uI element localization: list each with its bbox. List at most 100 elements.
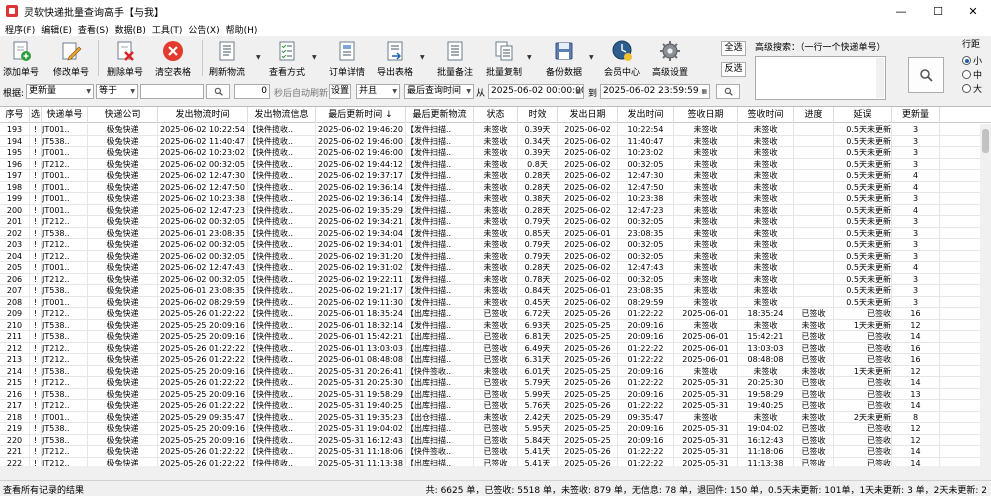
menu-program[interactable]: 程序(F) bbox=[2, 23, 38, 36]
table-row[interactable]: 194! JT538.. 极兔快递 2025-06-02 11:40:47 【快件揽收.… bbox=[0, 135, 980, 147]
table-row[interactable]: 200! JT001.. 极兔快递 2025-06-02 12:47:23 【快件揽收.… bbox=[0, 204, 980, 216]
clear-table-button[interactable]: 清空表格 bbox=[154, 38, 192, 78]
cell-select[interactable]: ! bbox=[30, 331, 42, 342]
cell-select[interactable]: ! bbox=[30, 273, 42, 285]
vertical-scrollbar[interactable] bbox=[980, 124, 991, 466]
table-row[interactable]: 213! JT212.. 极兔快递 2025-05-26 01:22:22 【快件揽收.… bbox=[0, 354, 980, 366]
chevron-down-icon[interactable]: ▼ bbox=[527, 54, 532, 61]
spacing-large-radio[interactable]: 大 bbox=[962, 82, 982, 95]
backup-data-button[interactable]: 备份数据 bbox=[544, 38, 584, 78]
column-header-seq[interactable]: 序号 bbox=[0, 107, 30, 123]
cell-select[interactable]: ! bbox=[30, 434, 42, 446]
table-row[interactable]: 220! JT538.. 极兔快递 2025-05-25 20:09:16 【快件揽收.… bbox=[0, 434, 980, 446]
column-header-state[interactable]: 状态 bbox=[474, 107, 518, 123]
cell-select[interactable]: ! bbox=[30, 354, 42, 365]
table-row[interactable]: 206! JT212.. 极兔快递 2025-06-02 00:32:05 【快件揽收.… bbox=[0, 273, 980, 285]
view-mode-button[interactable]: 查看方式 bbox=[266, 38, 308, 78]
refresh-logistics-button[interactable]: 刷新物流 bbox=[208, 38, 246, 78]
batch-copy-button[interactable]: 批量复制 bbox=[484, 38, 524, 78]
order-detail-button[interactable]: 订单详情 bbox=[328, 38, 366, 78]
time-field-select[interactable]: 最后查询时间 ▼ bbox=[404, 84, 474, 99]
menu-tools[interactable]: 工具(T) bbox=[149, 23, 186, 36]
column-header-update-count[interactable]: 更新量 bbox=[892, 107, 940, 123]
cell-select[interactable]: ! bbox=[30, 377, 42, 388]
table-row[interactable]: 210! JT538.. 极兔快递 2025-05-25 20:09:16 【快件揽收.… bbox=[0, 319, 980, 331]
column-header-send-info[interactable]: 发出物流信息 bbox=[248, 107, 316, 123]
cell-select[interactable]: ! bbox=[30, 319, 42, 331]
chevron-down-icon[interactable]: ▼ bbox=[312, 54, 317, 61]
table-row[interactable]: 218! JT001.. 极兔快递 2025-05-29 09:35:47 【快件揽收.… bbox=[0, 411, 980, 423]
auto-refresh-set-button[interactable]: 设置 bbox=[329, 84, 351, 99]
table-row[interactable]: 221! JT212.. 极兔快递 2025-05-26 01:22:22 【快件揽收.… bbox=[0, 446, 980, 458]
spacing-small-radio[interactable]: 小 bbox=[962, 54, 982, 67]
menu-view[interactable]: 查看(S) bbox=[75, 23, 112, 36]
table-row[interactable]: 214! JT538.. 极兔快递 2025-05-25 20:09:16 【快件揽收.… bbox=[0, 365, 980, 377]
invert-selection-button[interactable]: 反选 bbox=[721, 62, 746, 77]
table-row[interactable]: 198! JT001.. 极兔快递 2025-06-02 12:47:50 【快件揽收.… bbox=[0, 181, 980, 193]
table-row[interactable]: 208! JT001.. 极兔快递 2025-06-02 08:29:59 【快件揽收.… bbox=[0, 296, 980, 308]
table-row[interactable]: 212! JT212.. 极兔快递 2025-05-26 01:22:22 【快件揽收.… bbox=[0, 342, 980, 354]
auto-refresh-seconds-input[interactable]: 0 bbox=[234, 84, 270, 99]
filter-value-input[interactable] bbox=[140, 84, 204, 99]
menu-data[interactable]: 数据(B) bbox=[112, 23, 149, 36]
cell-select[interactable]: ! bbox=[30, 388, 42, 400]
cell-select[interactable]: ! bbox=[30, 296, 42, 308]
cell-select[interactable]: ! bbox=[30, 193, 42, 204]
column-header-send-date[interactable]: 发出日期 bbox=[558, 107, 618, 123]
table-row[interactable]: 211! JT538.. 极兔快递 2025-05-25 20:09:16 【快件揽收.… bbox=[0, 331, 980, 343]
advanced-search-button[interactable] bbox=[908, 57, 944, 93]
logic-and-select[interactable]: 并且 ▼ bbox=[356, 84, 400, 99]
edit-number-button[interactable]: 修改单号 bbox=[52, 38, 90, 78]
maximize-button[interactable]: ☐ bbox=[920, 0, 956, 22]
chevron-down-icon[interactable]: ▼ bbox=[420, 54, 425, 61]
batch-note-button[interactable]: 批量备注 bbox=[434, 38, 476, 78]
chevron-down-icon[interactable]: ▼ bbox=[589, 54, 594, 61]
filter-field-select[interactable]: 更新量 ▼ bbox=[26, 84, 94, 99]
scroll-thumb[interactable] bbox=[982, 129, 989, 153]
column-header-sign-date[interactable]: 签收日期 bbox=[674, 107, 738, 123]
cell-select[interactable]: ! bbox=[30, 204, 42, 216]
cell-select[interactable]: ! bbox=[30, 227, 42, 239]
table-row[interactable]: 217! JT212.. 极兔快递 2025-05-26 01:22:22 【快件揽收.… bbox=[0, 400, 980, 412]
table-row[interactable]: 197! JT001.. 极兔快递 2025-06-02 12:47:30 【快件揽收.… bbox=[0, 170, 980, 182]
column-header-progress[interactable]: 进度 bbox=[794, 107, 834, 123]
cell-select[interactable]: ! bbox=[30, 411, 42, 423]
column-header-last-update-info[interactable]: 最后更新物流 bbox=[406, 107, 474, 123]
menu-edit[interactable]: 编辑(E) bbox=[38, 23, 75, 36]
cell-select[interactable]: ! bbox=[30, 365, 42, 377]
cell-select[interactable]: ! bbox=[30, 262, 42, 273]
advanced-search-textarea[interactable] bbox=[755, 56, 886, 100]
textarea-scrollbar[interactable] bbox=[876, 58, 884, 98]
table-row[interactable]: 216! JT538.. 极兔快递 2025-05-25 20:09:16 【快件揽收.… bbox=[0, 388, 980, 400]
cell-select[interactable]: ! bbox=[30, 400, 42, 411]
delete-number-button[interactable]: 删除单号 bbox=[106, 38, 144, 78]
column-header-delay[interactable]: 延误 bbox=[834, 107, 892, 123]
cell-select[interactable]: ! bbox=[30, 124, 42, 135]
cell-select[interactable]: ! bbox=[30, 181, 42, 193]
cell-select[interactable]: ! bbox=[30, 423, 42, 434]
table-row[interactable]: 222! JT212.. 极兔快递 2025-05-26 01:22:22 【快件揽收.… bbox=[0, 457, 980, 466]
cell-select[interactable]: ! bbox=[30, 239, 42, 250]
cell-select[interactable]: ! bbox=[30, 446, 42, 457]
date-from-picker[interactable]: 2025-06-02 00:00:00 ▦ bbox=[488, 84, 584, 99]
cell-select[interactable]: ! bbox=[30, 158, 42, 170]
table-row[interactable]: 207! JT538.. 极兔快递 2025-06-01 23:08:35 【快件揽收.… bbox=[0, 285, 980, 297]
column-header-tracking-no[interactable]: 快递单号 bbox=[42, 107, 88, 123]
table-row[interactable]: 202! JT538.. 极兔快递 2025-06-01 23:08:35 【快件揽收.… bbox=[0, 227, 980, 239]
column-header-carrier[interactable]: 快递公司 bbox=[88, 107, 158, 123]
table-row[interactable]: 193! JT001.. 极兔快递 2025-06-02 10:22:54 【快件揽收.… bbox=[0, 124, 980, 136]
table-row[interactable]: 209! JT212.. 极兔快递 2025-05-26 01:22:22 【快件揽收.… bbox=[0, 308, 980, 320]
minimize-button[interactable]: — bbox=[883, 0, 919, 22]
table-row[interactable]: 201! JT212.. 极兔快递 2025-06-02 00:32:05 【快件揽收.… bbox=[0, 216, 980, 228]
filter-search-button[interactable] bbox=[206, 84, 230, 99]
cell-select[interactable]: ! bbox=[30, 135, 42, 147]
date-to-picker[interactable]: 2025-06-02 23:59:59 ▦ bbox=[600, 84, 710, 99]
add-number-button[interactable]: 添加单号 bbox=[2, 38, 40, 78]
select-all-button[interactable]: 全选 bbox=[721, 41, 746, 56]
cell-select[interactable]: ! bbox=[30, 250, 42, 262]
cell-select[interactable]: ! bbox=[30, 170, 42, 181]
column-header-duration[interactable]: 时效 bbox=[518, 107, 558, 123]
menu-help[interactable]: 帮助(H) bbox=[223, 23, 261, 36]
advanced-settings-button[interactable]: 高级设置 bbox=[650, 38, 690, 78]
table-row[interactable]: 195! JT001.. 极兔快递 2025-06-02 10:23:02 【快件揽收.… bbox=[0, 147, 980, 159]
